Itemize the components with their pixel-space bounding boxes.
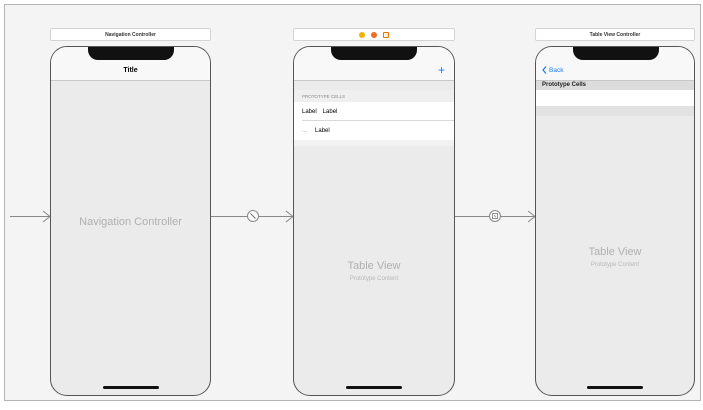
table-footer (294, 140, 454, 146)
home-indicator (346, 386, 402, 389)
cell-image-placeholder: ... (302, 127, 308, 134)
back-button[interactable]: Back (542, 66, 563, 74)
table-row[interactable] (536, 90, 694, 106)
view-controller-icon[interactable] (359, 31, 365, 38)
show-segue-icon[interactable] (489, 210, 501, 222)
storyboard-canvas[interactable]: Navigation Controller Title Navigation C… (4, 4, 701, 401)
nav-title: Title (123, 67, 138, 74)
prototype-cells-header: PROTOTYPE CELLS (294, 90, 454, 102)
prototype-content-label: Prototype Content (349, 276, 399, 282)
table-view-controller-scene[interactable]: Back Prototype Cells Table View Prototyp… (535, 46, 695, 396)
navigation-controller-scene-bar[interactable]: Navigation Controller (50, 28, 211, 41)
device-notch (88, 47, 174, 60)
root-view-controller-scene[interactable]: + PROTOTYPE CELLS Label Label ... Label … (293, 46, 455, 396)
table-row[interactable]: ... Label (294, 121, 454, 140)
first-responder-icon[interactable] (371, 31, 377, 38)
table-view-label: Table View (347, 260, 401, 272)
table-footer (536, 106, 694, 116)
prototype-cells-header: Prototype Cells (536, 81, 694, 90)
relationship-segue-icon[interactable] (247, 210, 259, 222)
controller-placeholder-label: Navigation Controller (79, 216, 182, 228)
prototype-content-label: Prototype Content (590, 262, 640, 268)
root-view-controller-scene-bar[interactable] (293, 28, 455, 41)
table-view-label: Table View (588, 246, 642, 258)
add-button[interactable]: + (438, 63, 445, 77)
chevron-left-icon (542, 66, 547, 74)
cell-detail-label: Label (322, 108, 338, 115)
home-indicator (587, 386, 643, 389)
back-label: Back (549, 66, 564, 74)
scene-title: Table View Controller (589, 31, 641, 38)
cell-title-label: Label (302, 108, 317, 115)
table-view-controller-scene-bar[interactable]: Table View Controller (535, 28, 695, 41)
table-row[interactable]: Label Label (294, 102, 454, 121)
home-indicator (102, 386, 159, 389)
navigation-controller-scene[interactable]: Title Navigation Controller (50, 46, 211, 396)
device-notch (573, 47, 659, 60)
scene-title: Navigation Controller (105, 31, 156, 38)
cell-title-label: Label (315, 127, 330, 134)
device-notch (331, 47, 417, 60)
exit-icon[interactable] (383, 31, 389, 38)
